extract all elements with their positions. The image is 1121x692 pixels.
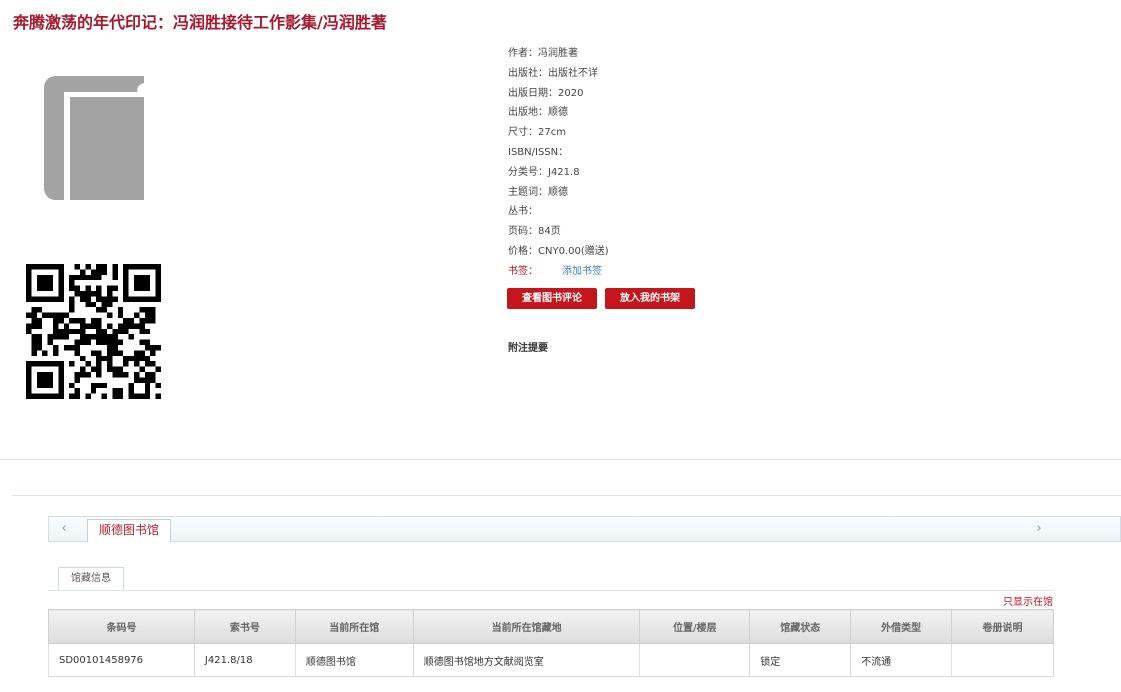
meta-subject: 主题词：顺德 — [508, 186, 568, 198]
col-call-number: 索书号 — [193, 609, 296, 644]
add-bookmark-link[interactable]: 添加书签 — [562, 266, 602, 277]
meta-bookmark: 书签： 添加书签 — [508, 265, 602, 277]
tab-scroll-right-icon[interactable]: › — [1024, 517, 1054, 541]
col-barcode: 条码号 — [48, 609, 195, 644]
notes-heading: 附注提要 — [508, 343, 548, 354]
tab-shunde-library[interactable]: 顺德图书馆 — [87, 519, 172, 542]
table-row: SD00101458976 J421.8/18 顺德图书馆 顺德图书馆地方文献阅… — [48, 643, 1054, 677]
meta-isbn: ISBN/ISSN： — [508, 146, 569, 158]
show-only-available-link[interactable]: 只显示在馆 — [1003, 593, 1053, 608]
meta-publisher: 出版社：出版社不详 — [508, 67, 598, 79]
page-title: 奔腾激荡的年代印记：冯润胜接待工作影集/冯润胜著 — [13, 13, 387, 32]
cell-floor — [639, 643, 751, 677]
table-header-row: 条码号 索书号 当前所在馆 当前所在馆藏地 位置/楼层 馆藏状态 外借类型 卷册… — [48, 609, 1054, 644]
tab-holdings-info[interactable]: 馆藏信息 — [58, 567, 124, 590]
qr-code-icon — [26, 264, 161, 399]
tab-scroll-left-icon[interactable]: ‹ — [49, 517, 79, 541]
book-cover-icon — [44, 76, 144, 200]
meta-pub-date: 出版日期：2020 — [508, 87, 584, 99]
col-status: 馆藏状态 — [749, 609, 852, 644]
divider — [12, 495, 1121, 496]
view-reviews-button[interactable]: 查看图书评论 — [507, 288, 597, 309]
cell-volume-note — [951, 643, 1054, 677]
cell-status: 锁定 — [749, 643, 852, 677]
divider — [48, 590, 1054, 591]
cell-library: 顺德图书馆 — [294, 643, 414, 677]
meta-author: 作者：冯润胜著 — [508, 48, 578, 59]
col-floor: 位置/楼层 — [639, 609, 751, 644]
holdings-panel: 馆藏信息 只显示在馆 条码号 索书号 当前所在馆 当前所在馆藏地 位置/楼层 馆… — [48, 542, 1054, 682]
meta-series: 丛书： — [508, 206, 538, 218]
meta-price: 价格：CNY0.00(赠送) — [508, 245, 609, 257]
meta-class-number: 分类号：J421.8 — [508, 166, 580, 178]
holdings-table: 条码号 索书号 当前所在馆 当前所在馆藏地 位置/楼层 馆藏状态 外借类型 卷册… — [48, 609, 1054, 677]
col-volume-note: 卷册说明 — [951, 609, 1054, 644]
book-metadata: 作者：冯润胜著 出版社：出版社不详 出版日期：2020 出版地：顺德 尺寸：27… — [508, 44, 609, 282]
cell-barcode: SD00101458976 — [48, 643, 195, 677]
col-library: 当前所在馆 — [294, 609, 414, 644]
library-tabbar: ‹ 顺德图书馆 › — [48, 516, 1121, 542]
meta-pages: 页码：84页 — [508, 226, 561, 238]
meta-size: 尺寸：27cm — [508, 127, 566, 139]
divider — [0, 459, 1121, 460]
col-loan-type: 外借类型 — [850, 609, 953, 644]
cell-loan-type: 不流通 — [850, 643, 953, 677]
meta-pub-place: 出版地：顺德 — [508, 107, 568, 119]
add-to-shelf-button[interactable]: 放入我的书架 — [605, 288, 695, 309]
cell-location: 顺德图书馆地方文献阅览室 — [412, 643, 641, 677]
cell-call-number: J421.8/18 — [193, 643, 296, 677]
col-location: 当前所在馆藏地 — [412, 609, 641, 644]
